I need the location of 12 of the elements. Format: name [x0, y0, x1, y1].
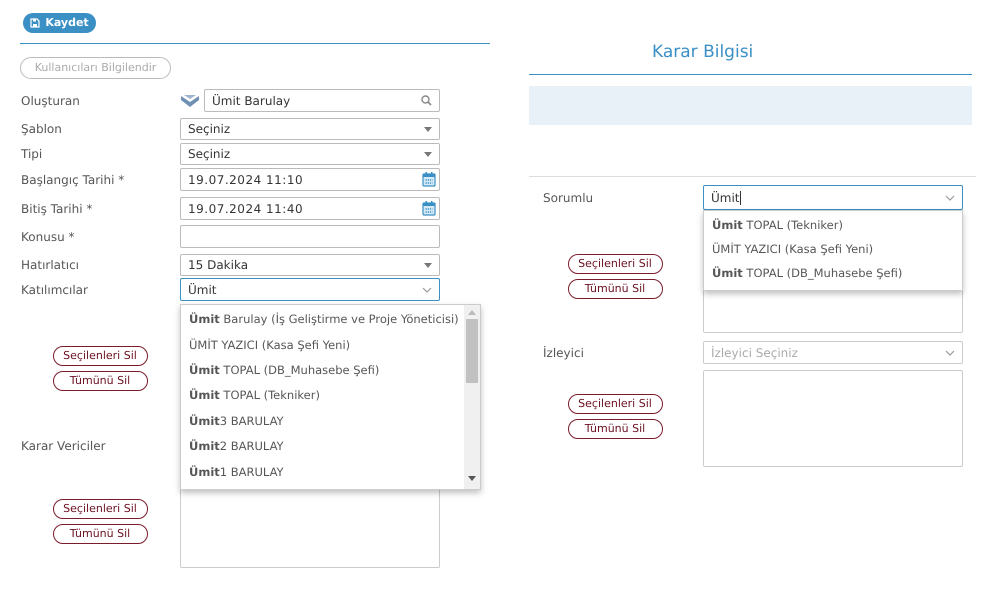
section-title: Karar Bilgisi — [651, 41, 754, 62]
field-label: Başlangıç Tarihi * — [20, 172, 126, 188]
field-label: Sorumlu — [542, 190, 594, 206]
field-label: Karar Vericiler — [20, 438, 107, 454]
field-label: Bitiş Tarihi * — [20, 200, 94, 218]
field-label: Konusu * — [20, 228, 76, 246]
field-label: Katılımcılar — [20, 282, 89, 298]
field-label: Hatırlatıcı — [20, 257, 80, 274]
field-label: Tipi — [20, 146, 44, 163]
field-label: Şablon — [20, 121, 63, 138]
field-label: İzleyici — [542, 344, 585, 362]
field-label: Oluşturan — [20, 92, 81, 110]
